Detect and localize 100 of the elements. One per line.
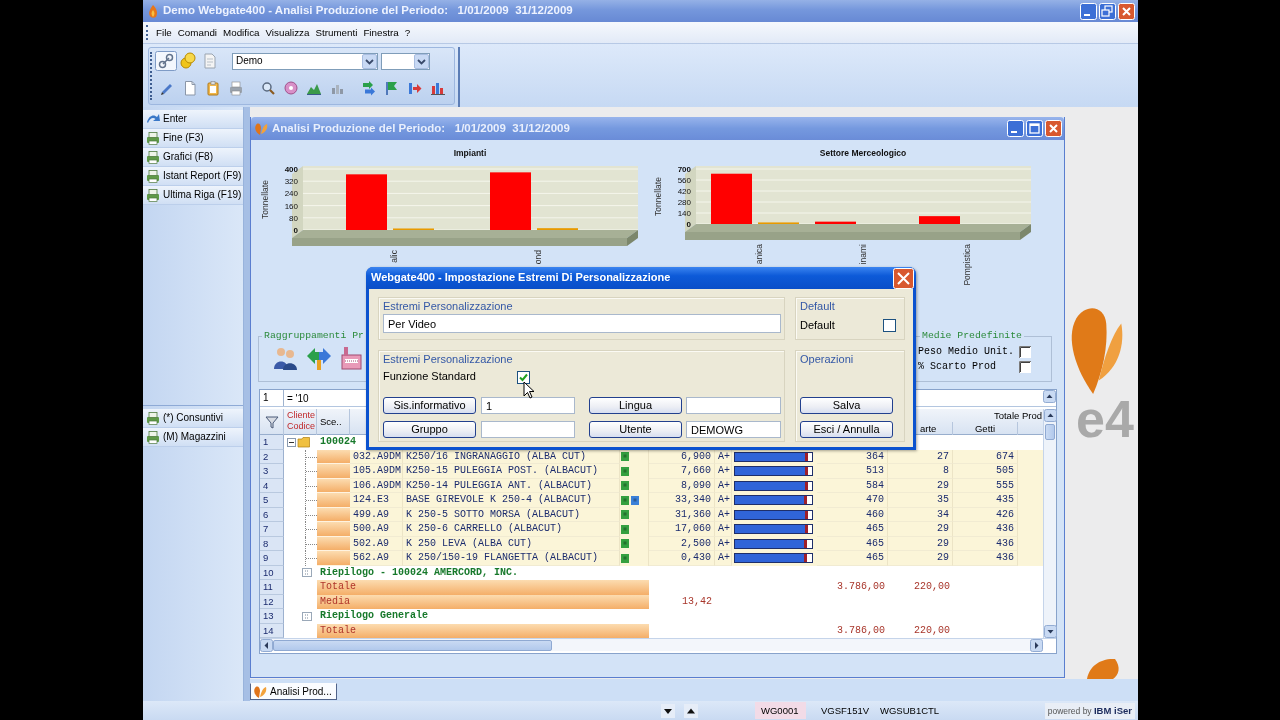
scroll-left-button[interactable]	[260, 638, 273, 652]
table-cell: 465	[817, 551, 888, 566]
scroll-up-button[interactable]	[1044, 409, 1057, 422]
menu-item[interactable]: ?	[401, 26, 414, 39]
column-header[interactable]: arte	[920, 423, 937, 434]
tree-node-icon[interactable]	[302, 568, 312, 578]
table-cell: K250-15 PULEGGIA POST. (ALBACUT)	[403, 464, 620, 479]
arrows-icon[interactable]	[361, 80, 377, 96]
checkbox[interactable]	[1019, 360, 1031, 373]
search-icon[interactable]	[260, 80, 276, 96]
minimize-button[interactable]	[1080, 2, 1097, 20]
sidebar-item[interactable]: Fine (F3)	[143, 129, 243, 148]
menu-item[interactable]: Visualizza	[262, 26, 313, 39]
tick-label: 140	[677, 209, 691, 218]
table-cell: 435	[953, 493, 1018, 508]
group-title: Estremi Personalizzazione	[383, 300, 514, 313]
column-chart-icon[interactable]	[430, 80, 446, 96]
sidebar-item[interactable]: Enter	[143, 110, 243, 129]
logo-text: e4	[1076, 393, 1134, 445]
dropdown-field[interactable]: Demo	[232, 52, 378, 70]
people-icon[interactable]	[272, 345, 298, 371]
table-cell: 105.A9DM	[350, 464, 403, 479]
status-field: VGSF151V	[821, 702, 880, 719]
restore-button[interactable]	[1099, 2, 1116, 20]
text-field[interactable]	[686, 397, 781, 414]
sidebar-item[interactable]: Grafici (F8)	[143, 148, 243, 167]
table-cell: 29	[888, 522, 953, 537]
clipboard-icon[interactable]	[205, 80, 221, 96]
maximize-button[interactable]	[1026, 120, 1043, 137]
table-cell: K 250/150-19 FLANGETTA (ALBACUT)	[403, 551, 620, 566]
cancel-button[interactable]: Esci / Annulla	[800, 421, 893, 438]
flag-icon[interactable]	[384, 80, 400, 96]
table-cell: BASE GIREVOLE K 250-4 (ALBACUT)	[403, 493, 620, 508]
marker-cell	[317, 551, 350, 566]
menu-item[interactable]: Modifica	[220, 26, 263, 39]
text-field[interactable]: Per Video	[383, 314, 781, 333]
menu-item[interactable]: Finestra	[360, 26, 402, 39]
printer-icon	[146, 430, 161, 444]
group-title: Default	[800, 300, 836, 313]
sidebar-item[interactable]: Ultima Riga (F19)	[143, 186, 243, 205]
menu-item[interactable]: Strumenti	[312, 26, 361, 39]
row-number: 5	[260, 493, 284, 508]
close-button[interactable]	[1045, 120, 1062, 137]
column-header[interactable]: Getti	[974, 423, 996, 434]
minimize-button[interactable]	[1007, 120, 1024, 137]
app-icon	[148, 4, 158, 18]
checkbox[interactable]	[1019, 345, 1031, 358]
export-icon[interactable]	[407, 80, 423, 96]
text-field[interactable]: 1	[481, 397, 575, 414]
marker-cell	[317, 493, 350, 508]
table-cell: Totale	[317, 623, 649, 638]
dropdown-button[interactable]	[362, 53, 377, 69]
dropdown-field[interactable]	[381, 52, 430, 70]
arrows-icon[interactable]	[306, 345, 332, 371]
mouse-pointer-icon	[523, 381, 535, 400]
scrollbar-thumb[interactable]	[1045, 424, 1055, 440]
sidebar-item[interactable]: (M) Magazzini	[143, 428, 243, 447]
close-button[interactable]	[1118, 2, 1135, 20]
up-arrow-button[interactable]	[684, 703, 698, 718]
text-field[interactable]	[481, 421, 575, 438]
link-icon[interactable]	[155, 51, 177, 71]
lookup-button[interactable]: Lingua	[589, 397, 682, 414]
building-icon[interactable]	[340, 345, 362, 371]
checkbox-label: Peso Medio Unit.	[918, 345, 1014, 358]
disc-icon[interactable]	[283, 80, 299, 96]
table-cell: A+	[715, 493, 732, 508]
tree-node-icon[interactable]	[302, 611, 312, 621]
sidebar-item[interactable]: Istant Report (F9)	[143, 167, 243, 186]
save-button[interactable]: Salva	[800, 397, 893, 414]
menu-item[interactable]: File	[153, 26, 175, 39]
butterfly-icon	[253, 685, 267, 698]
menu-item[interactable]: Comandi	[174, 26, 220, 39]
tab[interactable]: Analisi Prod...	[250, 683, 337, 700]
scrollbar-thumb[interactable]	[273, 639, 552, 651]
lookup-button[interactable]: Gruppo	[383, 421, 476, 438]
printer-icon[interactable]	[228, 80, 244, 96]
table-cell: 7,660	[649, 464, 715, 479]
column-header[interactable]: Sce..	[317, 409, 350, 435]
scroll-down-button[interactable]	[1044, 625, 1057, 638]
printer-icon	[146, 188, 161, 202]
lookup-button[interactable]: Utente	[589, 421, 682, 438]
checkbox[interactable]	[883, 319, 896, 332]
dropdown-button[interactable]	[414, 53, 429, 69]
spin-button[interactable]	[1043, 390, 1056, 403]
text-field[interactable]: DEMOWG	[686, 421, 781, 438]
page-icon[interactable]	[182, 80, 198, 96]
checkbox[interactable]	[517, 370, 530, 384]
sidebar-item[interactable]: (*) Consuntivi	[143, 409, 243, 428]
down-arrow-button[interactable]	[661, 703, 675, 718]
column-header[interactable]: Cliente Codice	[284, 409, 317, 435]
table-cell: K 250-6 CARRELLO (ALBACUT)	[403, 522, 620, 537]
collapse-icon[interactable]	[287, 437, 296, 447]
lookup-button[interactable]: Sis.informativo	[383, 397, 476, 414]
scroll-right-button[interactable]	[1030, 638, 1043, 652]
table-cell: A+	[715, 522, 732, 537]
printer-icon	[146, 150, 161, 164]
filter-icon[interactable]	[263, 414, 280, 430]
status-field: WG0001	[755, 702, 806, 719]
close-button[interactable]	[893, 267, 914, 289]
group-title: Operazioni	[800, 353, 855, 366]
